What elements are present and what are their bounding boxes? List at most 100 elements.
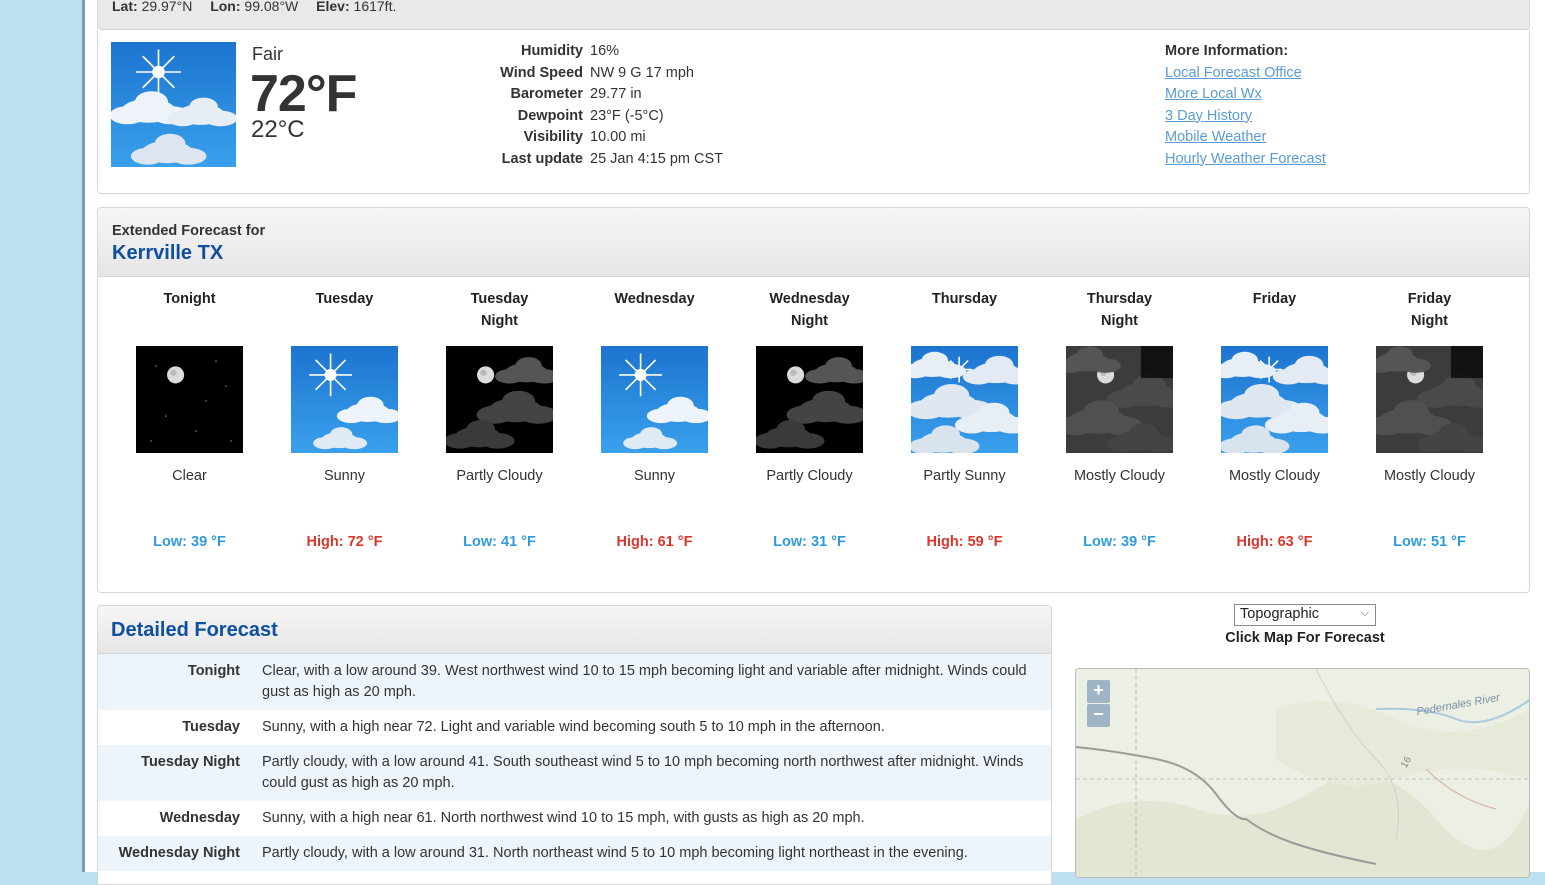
sunny-icon[interactable] [601,346,712,453]
more-information-links: More Information: Local Forecast Office … [1165,43,1326,172]
forecast-period[interactable]: Wednesday Sunny High: 61 °F [577,288,732,550]
low-temp: Low: 41 °F [463,534,536,550]
period-name-line1: Thursday [931,291,998,307]
fair-sky-icon [109,42,238,167]
detail-row-visibility: Visibility 10.00 mi [478,129,723,151]
mobile-weather-link[interactable]: Mobile Weather [1165,129,1326,151]
period-name-line2: Night [480,313,519,329]
short-description: Clear [172,468,207,484]
map-caption: Click Map For Forecast [1225,630,1385,646]
short-description: Mostly Cloudy [1228,468,1321,484]
hourly-weather-forecast-link[interactable]: Hourly Weather Forecast [1165,151,1326,173]
night-mostly-cloudy-icon[interactable] [1056,346,1189,453]
lon-value: 99.08°W [244,0,299,14]
current-conditions-panel: Fair 72°F 22°C Humidity 16% Wind Speed NW … [97,30,1530,194]
mostly-cloudy-day-icon[interactable] [1211,346,1343,454]
period-name-line1: Wednesday [769,291,850,307]
detailed-period-label: Wednesday [159,810,240,826]
short-description: Partly Sunny [923,468,1006,484]
detailed-forecast-panel: Detailed Forecast Tonight Clear, with a l… [97,605,1052,885]
detailed-forecast-row: Wednesday Sunny, with a high near 61. Nor… [98,801,1051,836]
period-name: Wednesday [577,288,732,334]
detail-row-last-update: Last update 25 Jan 4:15 pm CST [478,151,723,173]
period-name-line1: Tuesday [470,291,529,307]
short-description: Partly Cloudy [456,468,543,484]
detail-row-humidity: Humidity 16% [478,43,723,65]
period-name-line1: Thursday [1086,291,1153,307]
detail-label: Visibility [523,129,583,145]
period-name: Tonight [112,288,267,334]
current-summary: Fair [252,44,283,64]
forecast-period[interactable]: Tonight Clear Low: 39 °F [112,288,267,550]
detail-value: 10.00 mi [590,129,646,145]
detailed-period-label: Tuesday Night [141,754,240,770]
partly-sunny-icon[interactable] [901,346,1033,454]
more-info-title: More Information: [1165,43,1289,59]
extended-forecast-label: Extended Forecast for [112,223,266,239]
detail-value: 29.77 in [590,86,642,102]
detailed-period-text: Clear, with a low around 39. West northw… [262,663,1027,700]
period-name-line2: Night [1410,313,1449,329]
detail-label: Dewpoint [517,107,583,124]
night-clear-icon[interactable] [136,346,243,453]
elev-value: 1617ft. [353,0,397,14]
detail-label: Barometer [510,86,583,102]
current-temp-f: 72°F [250,65,357,123]
sunny-icon[interactable] [291,346,402,453]
detail-row-barometer: Barometer 29.77 in [478,86,723,108]
forecast-map[interactable]: + − Pedernales River 16 [1075,668,1530,878]
extended-forecast-panel: Extended Forecast for Kerrville TX Tonig… [97,207,1530,593]
detailed-period-label: Tuesday [182,719,240,735]
night-partly-cloudy-icon[interactable] [754,346,870,453]
detailed-period-text: Partly cloudy, with a low around 31. Nor… [262,845,968,861]
period-name-line1: Tonight [163,291,216,307]
extended-forecast-header: Extended Forecast for Kerrville TX [98,208,1529,277]
map-controls: Topographic ⌵ Click Map For Forecast [1220,604,1390,646]
forecast-period[interactable]: Friday Mostly Cloudy High: 63 °F [1197,288,1352,550]
period-name-line1: Friday [1407,291,1452,307]
period-name-line1: Wednesday [614,291,695,307]
zoom-out-button[interactable]: − [1087,704,1110,727]
forecast-period[interactable]: Tuesday Sunny High: 72 °F [267,288,422,550]
local-forecast-office-link[interactable]: Local Forecast Office [1165,65,1326,87]
night-mostly-cloudy-icon[interactable] [1366,346,1499,453]
detailed-forecast-row: Tonight Clear, with a low around 39. West… [98,654,1051,710]
period-name: Thursday [887,288,1042,334]
more-local-wx-link[interactable]: More Local Wx [1165,86,1326,108]
lon-label: Lon: [210,0,241,14]
detail-label: Humidity [520,43,583,59]
short-description: Sunny [633,468,676,484]
location-coordinates-bar: Lat: 29.97°N Lon: 99.08°W Elev: 1617ft. [97,0,1530,30]
short-description: Sunny [323,468,366,484]
detailed-period-text: Sunny, with a high near 61. North northw… [262,810,865,826]
forecast-period[interactable]: Tuesday Night Partly Cloudy Low: 41 °F [422,288,577,550]
high-temp: High: 63 °F [1236,534,1313,550]
forecast-period[interactable]: Thursday Night Mostly Cloudy Low: 39 °F [1042,288,1197,550]
detailed-period-label: Wednesday Night [118,845,240,861]
lat-value: 29.97°N [141,0,193,14]
map-type-select[interactable]: Topographic ⌵ [1234,604,1376,626]
detail-value: 16% [590,43,620,59]
detail-value: 23°F (-5°C) [590,107,664,124]
night-partly-cloudy-icon[interactable] [444,346,560,453]
current-temp-c: 22°C [251,116,305,143]
forecast-period[interactable]: Friday Night Mostly Cloudy Low: 51 °F [1352,288,1507,550]
period-name-line2: Night [790,313,829,329]
forecast-period[interactable]: Wednesday Night Partly Cloudy Low: 31 °F [732,288,887,550]
detail-label: Wind Speed [500,64,583,81]
forecast-period[interactable]: Thursday Partly Sunny High: 59 °F [887,288,1042,550]
period-name: Tuesday Night [422,288,577,334]
detail-row-dewpoint: Dewpoint 23°F (-5°C) [478,108,723,130]
period-name-line2: Night [1100,313,1139,329]
low-temp: Low: 39 °F [1083,534,1156,550]
detailed-forecast-row: Tuesday Sunny, with a high near 72. Light… [98,710,1051,745]
period-name-line1: Tuesday [315,291,374,307]
high-temp: High: 59 °F [926,534,1003,550]
zoom-in-button[interactable]: + [1087,680,1110,703]
short-description: Mostly Cloudy [1383,468,1476,484]
period-name: Thursday Night [1042,288,1197,334]
period-name-line1: Friday [1252,291,1297,307]
low-temp: Low: 39 °F [153,534,226,550]
page: Lat: 29.97°N Lon: 99.08°W Elev: 1617ft. … [82,0,1545,885]
three-day-history-link[interactable]: 3 Day History [1165,108,1326,130]
